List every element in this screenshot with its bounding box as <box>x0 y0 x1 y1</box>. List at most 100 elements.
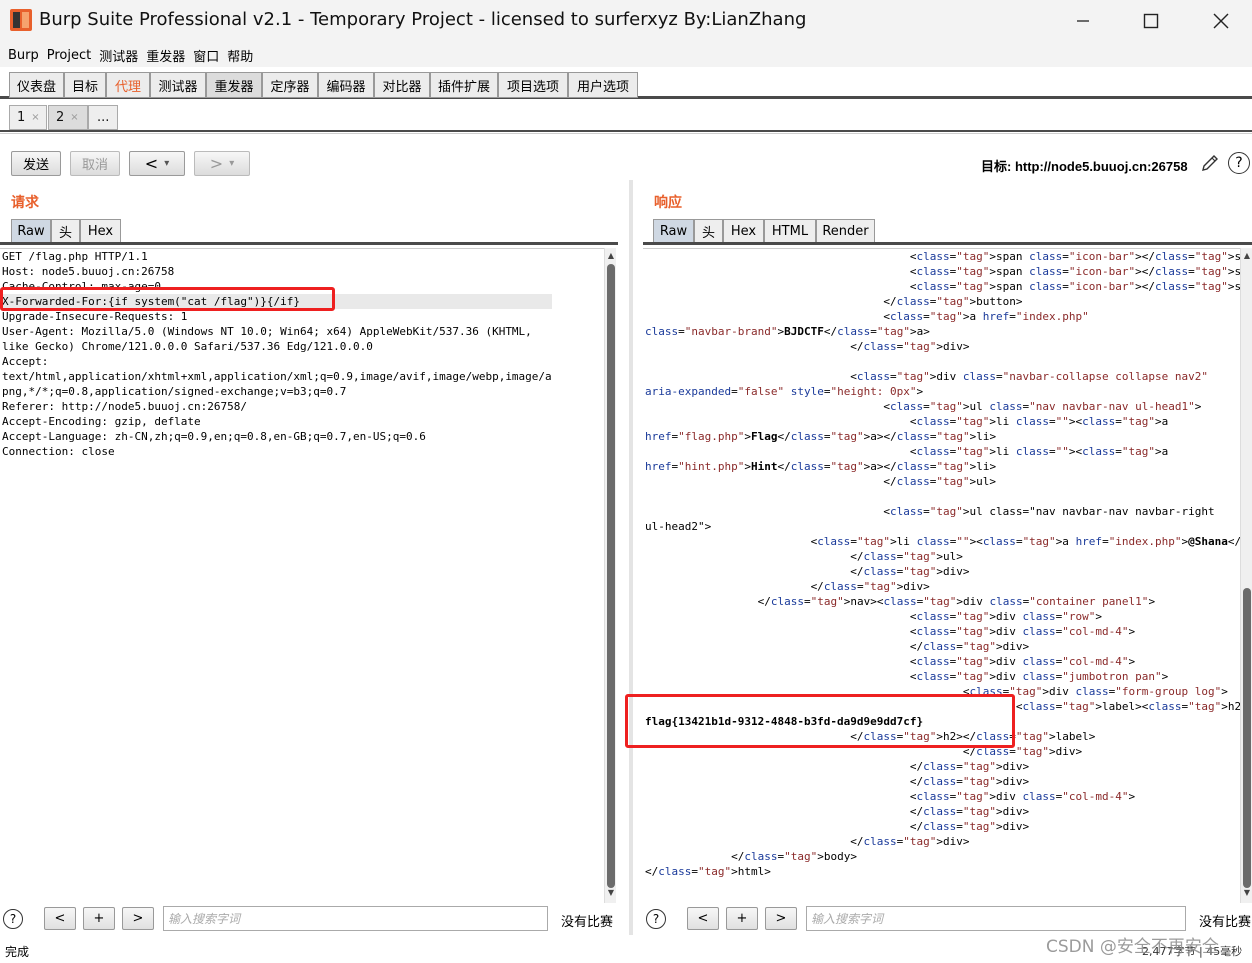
help-icon[interactable]: ? <box>646 909 666 929</box>
response-line <box>645 354 1240 369</box>
status-text: 完成 <box>5 945 30 959</box>
response-line: href="flag.php">Flag</class="tag">a></cl… <box>645 430 997 443</box>
cancel-button[interactable]: 取消 <box>70 151 120 176</box>
help-icon[interactable]: ? <box>3 909 23 929</box>
response-line: </class="tag">html> <box>645 865 771 878</box>
response-line: <class="tag">span class="icon-bar"></cla… <box>645 265 1240 278</box>
search-add-button[interactable]: + <box>726 907 758 930</box>
response-line: </class="tag">div> <box>645 820 1030 833</box>
menu-item-burp[interactable]: Burp <box>8 48 39 63</box>
repeater-tab-label: 2 <box>56 110 65 125</box>
menu-item-help[interactable]: 帮助 <box>227 46 253 65</box>
repeater-tab-bar: 1 × 2 × ... <box>0 102 1252 132</box>
request-line: Host: node5.buuoj.cn:26758 <box>2 265 175 278</box>
tab-close-icon[interactable]: × <box>70 112 78 123</box>
request-tab-headers[interactable]: 头 <box>51 219 80 243</box>
window-title: Burp Suite Professional v2.1 - Temporary… <box>39 9 807 30</box>
request-line: Connection: close <box>2 445 115 458</box>
response-line: </class="tag">div> <box>645 640 1030 653</box>
response-editor[interactable]: <class="tag">span class="icon-bar"></cla… <box>643 248 1240 903</box>
search-prev-button[interactable]: < <box>687 907 719 930</box>
response-tab-raw[interactable]: Raw <box>653 219 694 243</box>
response-tab-headers[interactable]: 头 <box>694 219 723 243</box>
tab-sequencer[interactable]: 定序器 <box>262 72 318 98</box>
menu-item-project[interactable]: Project <box>47 48 91 63</box>
response-line: <class="tag">div class="row"> <box>645 610 1103 623</box>
response-line: </class="tag">div> <box>645 835 970 848</box>
help-icon[interactable]: ? <box>1228 152 1250 174</box>
response-line: <class="tag">li class=""><class="tag">a <box>645 445 1169 458</box>
response-line: </class="tag">ul> <box>645 475 997 488</box>
request-line: Accept-Language: zh-CN,zh;q=0.9,en;q=0.8… <box>2 430 426 443</box>
divider <box>643 242 1252 245</box>
response-line: class="navbar-brand">BJDCTF</class="tag"… <box>645 325 930 338</box>
close-button[interactable] <box>1198 6 1244 36</box>
response-line: </class="tag">body> <box>645 850 857 863</box>
scroll-thumb[interactable] <box>607 264 615 888</box>
response-line: ul-head2"> <box>645 520 712 533</box>
search-next-button[interactable]: > <box>765 907 797 930</box>
response-line: href="hint.php">Hint</class="tag">a></cl… <box>645 460 997 473</box>
minimize-icon <box>1077 20 1089 22</box>
chevron-down-icon: ▾ <box>229 158 235 169</box>
response-scrollbar[interactable]: ▲ ▼ <box>1240 248 1252 903</box>
tab-decoder[interactable]: 编码器 <box>318 72 374 98</box>
request-line: GET /flag.php HTTP/1.1 <box>2 250 148 263</box>
response-text: <class="tag">span class="icon-bar"></cla… <box>645 249 1240 879</box>
request-tab-hex[interactable]: Hex <box>80 219 121 243</box>
repeater-tab-new[interactable]: ... <box>88 105 118 130</box>
repeater-tab-1[interactable]: 1 × <box>9 105 47 130</box>
tab-close-icon[interactable]: × <box>31 112 39 123</box>
request-scrollbar[interactable]: ▲ ▼ <box>604 248 616 903</box>
maximize-button[interactable] <box>1128 6 1174 36</box>
response-line: </class="tag">div> <box>645 760 1030 773</box>
response-line: </class="tag">div> <box>645 565 970 578</box>
response-search-input[interactable]: 输入搜索字词 <box>806 906 1186 931</box>
response-line: <class="tag">li class=""><class="tag">a … <box>645 535 1240 548</box>
response-line: <class="tag">div class="col-md-4"> <box>645 790 1136 803</box>
menu-item-repeater[interactable]: 重发器 <box>146 46 185 65</box>
tab-dashboard[interactable]: 仪表盘 <box>9 72 64 98</box>
main-tab-bar: 仪表盘 目标 代理 测试器 重发器 定序器 编码器 对比器 插件扩展 项目选项 … <box>0 67 1252 99</box>
menu-item-intruder[interactable]: 测试器 <box>99 46 138 65</box>
search-add-button[interactable]: + <box>83 907 115 930</box>
scroll-up-icon[interactable]: ▲ <box>606 251 616 261</box>
tab-intruder[interactable]: 测试器 <box>150 72 206 98</box>
tab-repeater[interactable]: 重发器 <box>206 72 262 98</box>
response-line: <class="tag">div class="navbar-collapse … <box>645 370 1208 383</box>
tab-extender[interactable]: 插件扩展 <box>430 72 498 98</box>
scroll-down-icon[interactable]: ▼ <box>1242 888 1252 898</box>
request-line: Referer: http://node5.buuoj.cn:26758/ <box>2 400 248 413</box>
tab-project-options[interactable]: 项目选项 <box>498 72 568 98</box>
request-line: Upgrade-Insecure-Requests: 1 <box>2 310 188 323</box>
request-editor[interactable]: GET /flag.php HTTP/1.1 Host: node5.buuoj.… <box>0 248 604 903</box>
scroll-up-icon[interactable]: ▲ <box>1242 251 1252 261</box>
response-tab-hex[interactable]: Hex <box>723 219 764 243</box>
scroll-down-icon[interactable]: ▼ <box>606 888 616 898</box>
request-search-input[interactable]: 输入搜索字词 <box>163 906 548 931</box>
response-match-count: 没有比赛 <box>1199 915 1252 930</box>
tab-target[interactable]: 目标 <box>64 72 106 98</box>
response-tab-render[interactable]: Render <box>816 219 875 243</box>
scroll-thumb[interactable] <box>1243 588 1251 888</box>
back-button[interactable]: < ▾ <box>129 151 185 176</box>
menu-item-window[interactable]: 窗口 <box>193 46 219 65</box>
tab-user-options[interactable]: 用户选项 <box>568 72 638 98</box>
send-button[interactable]: 发送 <box>11 151 61 176</box>
edit-pencil-icon[interactable] <box>1199 152 1221 174</box>
response-line: </class="tag">div> <box>645 580 930 593</box>
search-prev-button[interactable]: < <box>44 907 76 930</box>
request-tab-raw[interactable]: Raw <box>11 219 51 243</box>
response-line: <class="tag">span class="icon-bar"></cla… <box>645 250 1240 263</box>
search-next-button[interactable]: > <box>122 907 154 930</box>
minimize-button[interactable] <box>1060 6 1106 36</box>
close-icon <box>1213 13 1229 29</box>
response-line: <class="tag">li class=""><class="tag">a <box>645 415 1169 428</box>
repeater-tab-2[interactable]: 2 × <box>48 105 88 130</box>
response-tab-html[interactable]: HTML <box>764 219 816 243</box>
pane-splitter[interactable] <box>629 180 633 935</box>
request-line: Accept: <box>2 355 49 368</box>
tab-proxy[interactable]: 代理 <box>106 72 150 98</box>
forward-button[interactable]: > ▾ <box>194 151 250 176</box>
tab-comparer[interactable]: 对比器 <box>374 72 430 98</box>
